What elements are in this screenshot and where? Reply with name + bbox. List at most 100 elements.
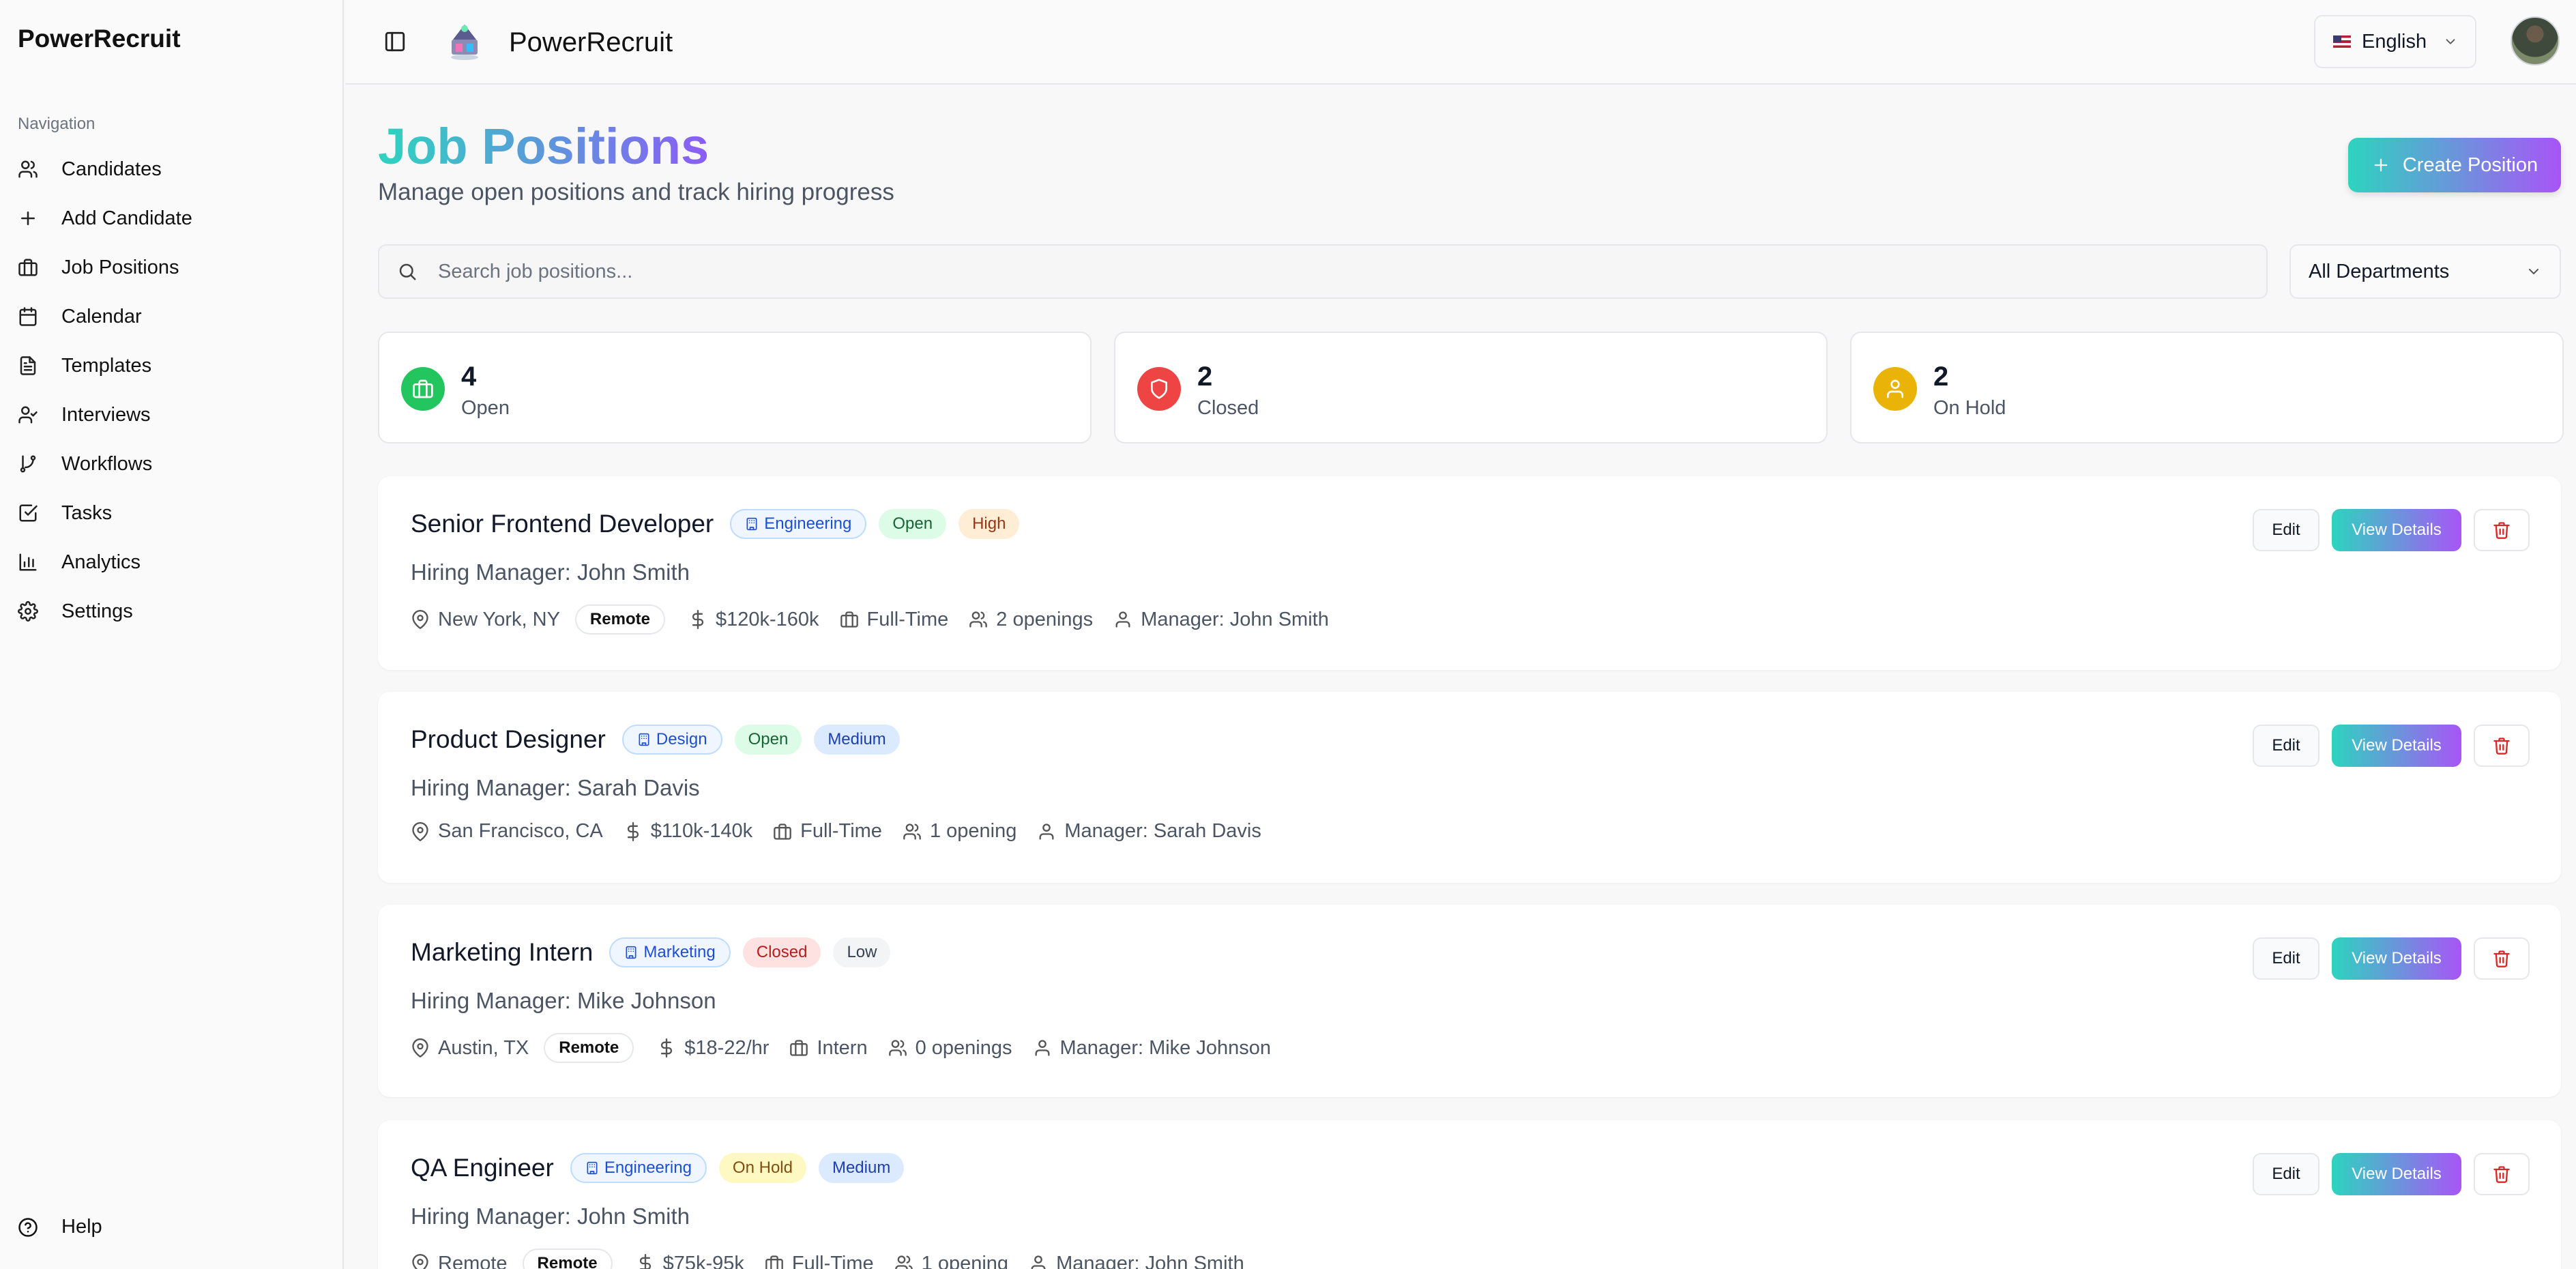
map-pin-icon (412, 1254, 428, 1269)
briefcase-icon (18, 259, 38, 276)
view-details-button[interactable]: View Details (2332, 1153, 2461, 1195)
stat-open-label: Open (461, 397, 510, 419)
user-icon (1039, 823, 1054, 840)
type-meta: Full-Time (765, 1253, 874, 1269)
salary-meta: $120k-160k (688, 609, 819, 631)
edit-button[interactable]: Edit (2253, 509, 2319, 551)
sidebar-item-workflows[interactable]: Workflows (18, 439, 332, 488)
job-title: Product Designer (411, 725, 606, 753)
create-position-label: Create Position (2402, 154, 2538, 176)
search-input[interactable] (438, 260, 2212, 283)
remote-badge: Remote (544, 1033, 634, 1063)
sidebar-item-templates[interactable]: Templates (18, 341, 332, 390)
trash-icon (2493, 950, 2510, 967)
users-icon (903, 823, 921, 840)
dollar-icon (627, 821, 639, 841)
trash-icon (2493, 1166, 2510, 1183)
edit-button[interactable]: Edit (2253, 725, 2319, 767)
create-position-button[interactable]: Create Position (2348, 138, 2561, 192)
edit-button[interactable]: Edit (2253, 1153, 2319, 1195)
view-details-button[interactable]: View Details (2332, 937, 2461, 980)
manager-meta: Manager: John Smith (1029, 1253, 1244, 1269)
sidebar-item-label: Add Candidate (61, 207, 192, 229)
type-text: Full-Time (791, 1252, 874, 1269)
language-select[interactable]: English (2314, 15, 2476, 68)
sidebar-item-candidates[interactable]: Candidates (18, 145, 332, 194)
view-details-button[interactable]: View Details (2332, 725, 2461, 767)
department-badge-label: Marketing (643, 943, 716, 961)
sidebar-item-add-candidate[interactable]: Add Candidate (18, 194, 332, 243)
users-icon (894, 1255, 913, 1269)
job-card: Product Designer Design Open Medium Hiri… (378, 692, 2561, 883)
avatar[interactable] (2511, 16, 2560, 65)
manager-text: Manager: Mike Johnson (1059, 1036, 1272, 1059)
salary-text: $120k-160k (715, 608, 819, 630)
sidebar-item-label: Tasks (61, 501, 113, 524)
remote-badge: Remote (522, 1249, 613, 1269)
priority-badge: Medium (818, 1153, 905, 1183)
edit-button[interactable]: Edit (2253, 937, 2319, 980)
priority-badge: High (958, 509, 1020, 539)
sidebar-item-interviews[interactable]: Interviews (18, 390, 332, 439)
chevron-down-icon (2446, 39, 2455, 44)
hiring-manager: Hiring Manager: John Smith (411, 1204, 690, 1229)
department-badge: Engineering (570, 1153, 707, 1183)
stat-on-hold-label: On Hold (1933, 397, 2006, 419)
sidebar-item-tasks[interactable]: Tasks (18, 488, 332, 538)
job-actions: Edit View Details (2253, 937, 2530, 980)
salary-text: $18-22/hr (684, 1036, 770, 1059)
shield-icon (1151, 379, 1167, 399)
topbar: PowerRecruit English (345, 0, 2576, 85)
help-circle-icon (18, 1217, 38, 1237)
stat-closed-card: 2 Closed (1114, 332, 1828, 443)
status-badge: On Hold (718, 1153, 806, 1183)
view-details-button[interactable]: View Details (2332, 509, 2461, 551)
language-label: English (2362, 30, 2427, 53)
page-subtitle: Manage open positions and track hiring p… (378, 179, 894, 205)
priority-badge: Low (833, 937, 891, 967)
sidebar-item-calendar[interactable]: Calendar (18, 292, 332, 341)
job-card: Marketing Intern Marketing Closed Low Hi… (378, 905, 2561, 1097)
delete-button[interactable] (2474, 509, 2530, 551)
sidebar-item-label: Interviews (61, 403, 151, 426)
department-filter[interactable]: All Departments (2289, 244, 2561, 299)
location-text: Austin, TX (438, 1036, 529, 1059)
sidebar-item-help[interactable]: Help (18, 1216, 102, 1238)
location-meta: Remote (411, 1253, 508, 1269)
job-meta: San Francisco, CA $110k-140k Full-Time 1… (411, 820, 1282, 843)
sidebar-item-label: Workflows (61, 452, 153, 475)
job-meta: Remote Remote $75k-95k Full-Time 1 openi… (411, 1249, 1265, 1269)
status-badge: Closed (742, 937, 821, 967)
job-title: Senior Frontend Developer (411, 510, 714, 538)
sidebar-brand: PowerRecruit (18, 25, 181, 53)
priority-badge: Medium (814, 725, 900, 755)
openings-meta: 0 openings (888, 1037, 1012, 1060)
sidebar-item-job-positions[interactable]: Job Positions (18, 243, 332, 292)
briefcase-icon (413, 379, 433, 398)
status-badge: Open (879, 509, 947, 539)
plus-icon (2374, 158, 2388, 172)
file-text-icon (20, 356, 36, 375)
map-pin-icon (412, 821, 428, 841)
sidebar-toggle-icon[interactable] (383, 30, 407, 53)
type-meta: Intern (789, 1037, 868, 1060)
stat-closed-icon-circle (1137, 367, 1181, 411)
type-text: Full-Time (800, 820, 882, 842)
salary-meta: $75k-95k (636, 1253, 744, 1269)
delete-button[interactable] (2474, 725, 2530, 767)
delete-button[interactable] (2474, 937, 2530, 980)
trash-icon (2493, 522, 2510, 539)
sidebar: PowerRecruit Navigation Candidates Add C… (0, 0, 344, 1269)
dollar-icon (639, 1254, 651, 1269)
sidebar-item-label: Templates (61, 354, 152, 377)
department-filter-label: All Departments (2309, 260, 2450, 282)
job-actions: Edit View Details (2253, 1153, 2530, 1195)
sidebar-item-analytics[interactable]: Analytics (18, 538, 332, 587)
nav-heading: Navigation (18, 115, 96, 133)
help-label: Help (61, 1216, 102, 1238)
user-icon (1115, 611, 1130, 628)
manager-meta: Manager: Sarah Davis (1037, 820, 1261, 843)
delete-button[interactable] (2474, 1153, 2530, 1195)
department-badge: Marketing (609, 937, 731, 967)
sidebar-item-settings[interactable]: Settings (18, 587, 332, 636)
